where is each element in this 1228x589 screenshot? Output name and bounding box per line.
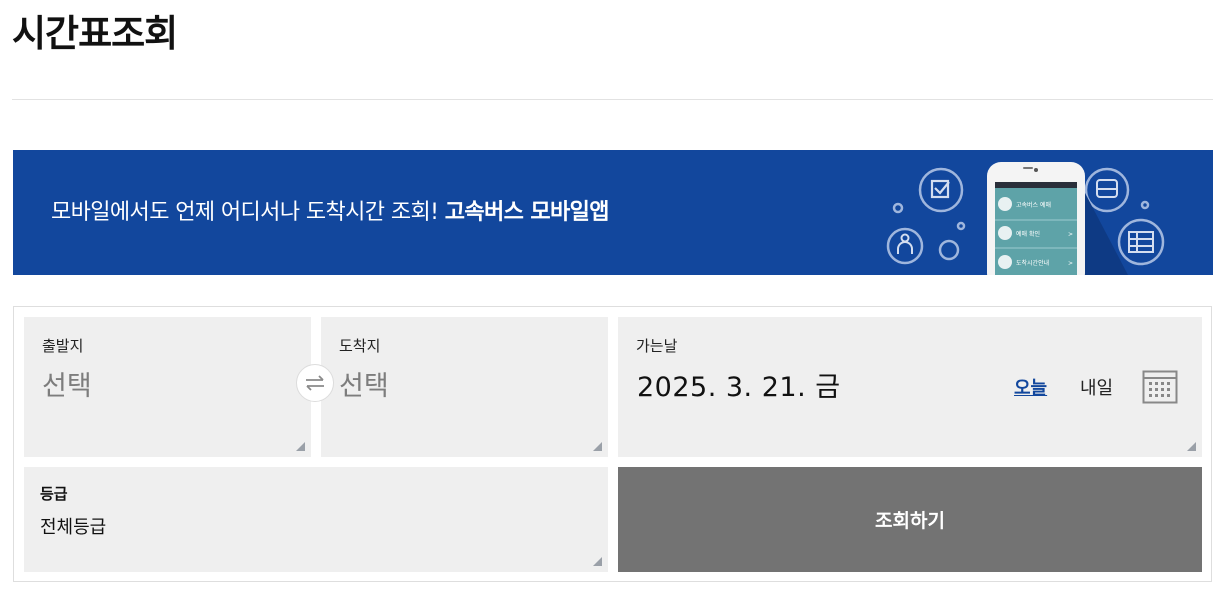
corner-arrow-icon (296, 442, 305, 451)
banner-highlight: 고속버스 모바일앱 (444, 200, 610, 225)
swap-arrows-icon[interactable] (296, 364, 334, 402)
today-link[interactable]: 오늘 (1014, 374, 1047, 400)
search-button[interactable]: 조회하기 (618, 467, 1202, 572)
phone-menu-1: 고속버스 예매 (1016, 201, 1051, 209)
corner-arrow-icon (1187, 442, 1196, 451)
arrival-select[interactable]: 도착지 선택 (321, 317, 608, 457)
arrival-label: 도착지 (339, 337, 381, 355)
page-title: 시간표조회 (12, 12, 178, 55)
calendar-icon[interactable] (1142, 370, 1178, 404)
title-divider (12, 99, 1213, 100)
timetable-search-form: 출발지 선택 도착지 선택 가는날 2025. 3. 21. 금 오늘 내일 등… (13, 306, 1212, 582)
svg-text:>: > (1068, 260, 1073, 267)
tomorrow-link[interactable]: 내일 (1080, 374, 1113, 400)
banner-text: 모바일에서도 언제 어디서나 도착시간 조회! 고속버스 모바일앱 (51, 194, 610, 226)
grade-value: 전체등급 (40, 517, 107, 538)
date-field[interactable]: 가는날 2025. 3. 21. 금 오늘 내일 (618, 317, 1202, 457)
phone-menu-3: 도착시간안내 (1016, 259, 1049, 267)
corner-arrow-icon (593, 442, 602, 451)
banner-message: 모바일에서도 언제 어디서나 도착시간 조회! (51, 200, 439, 225)
departure-label: 출발지 (42, 337, 84, 355)
mobile-app-illustration: 고속버스 예매 예매 확인 > 도착시간안내 > (886, 162, 1165, 275)
svg-text:>: > (1068, 231, 1073, 238)
corner-arrow-icon (593, 557, 602, 566)
date-value: 2025. 3. 21. 금 (637, 372, 841, 403)
phone-menu-2: 예매 확인 (1016, 230, 1040, 238)
grade-select[interactable]: 등급 전체등급 (24, 467, 608, 572)
arrival-value: 선택 (339, 371, 389, 402)
departure-value: 선택 (42, 371, 92, 402)
departure-select[interactable]: 출발지 선택 (24, 317, 311, 457)
mobile-app-banner[interactable]: 모바일에서도 언제 어디서나 도착시간 조회! 고속버스 모바일앱 고속버스 예… (13, 150, 1213, 275)
grade-label: 등급 (40, 485, 68, 503)
date-label: 가는날 (636, 337, 678, 355)
